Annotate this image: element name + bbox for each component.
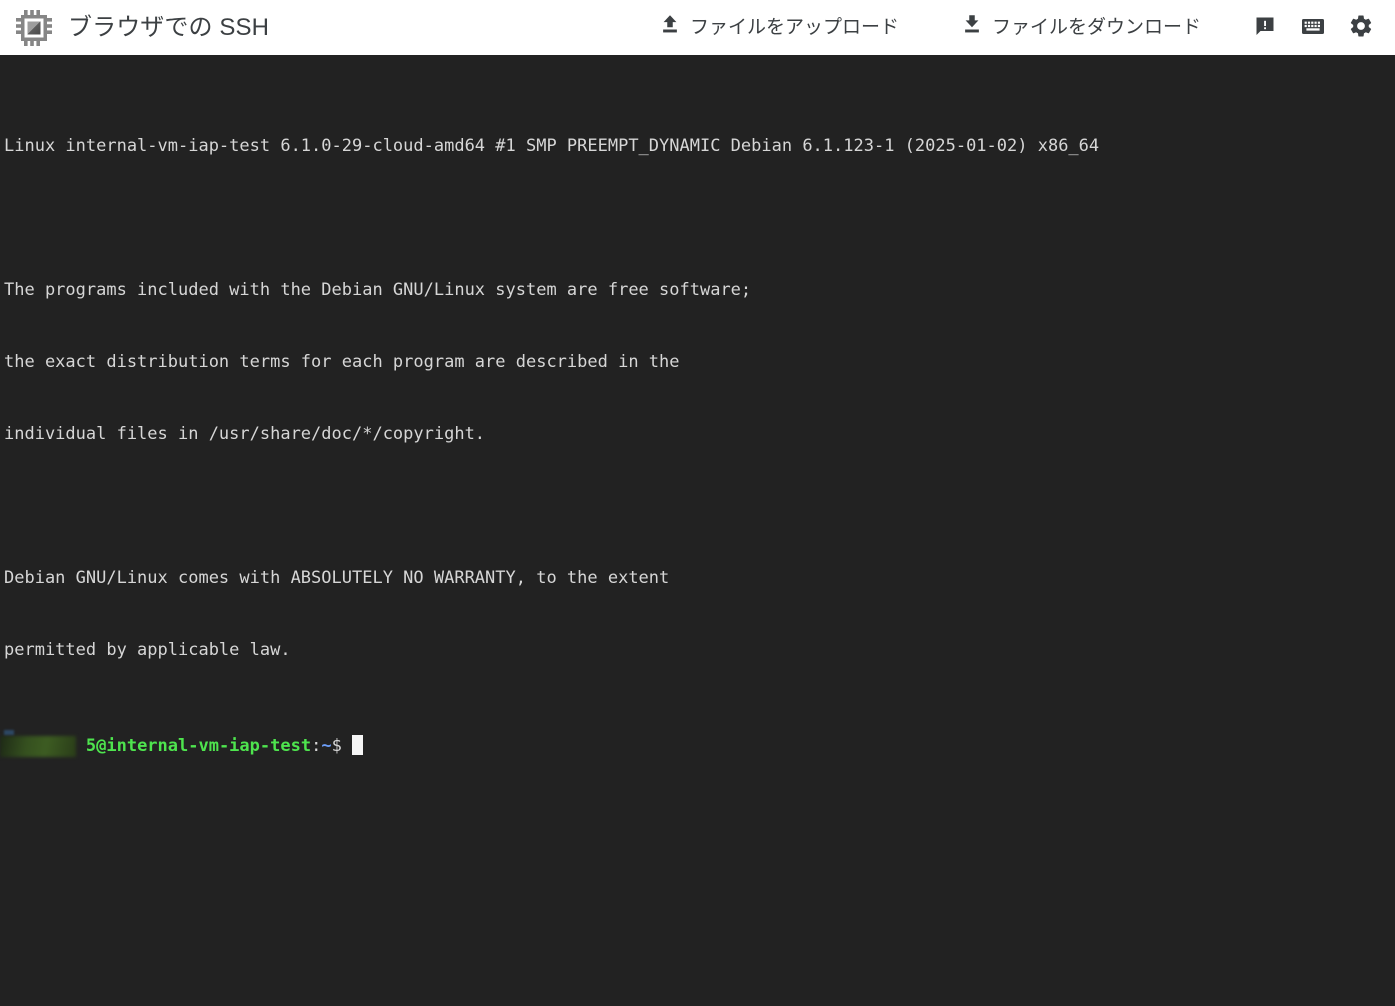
terminal-line: the exact distribution terms for each pr… [4, 352, 680, 372]
download-icon [961, 13, 983, 42]
gear-icon [1348, 13, 1374, 42]
prompt-user-host: 5@internal-vm-iap-test [85, 736, 312, 756]
app-header: ブラウザでの SSH ファイルをアップロード ファイルをダウンロード [0, 0, 1395, 55]
terminal-output: Linux internal-vm-iap-test 6.1.0-29-clou… [0, 62, 1395, 830]
prompt-symbol: $ [331, 736, 342, 756]
feedback-alert-icon [1253, 14, 1277, 41]
terminal-line: Linux internal-vm-iap-test 6.1.0-29-clou… [4, 136, 1100, 156]
app-title: ブラウザでの SSH [68, 13, 270, 41]
redaction-artifact [4, 730, 14, 735]
prompt-colon: : [311, 736, 322, 756]
keyboard-icon [1300, 13, 1326, 42]
keyboard-shortcuts-button[interactable] [1289, 4, 1337, 52]
terminal-line: individual files in /usr/share/doc/*/cop… [4, 424, 486, 444]
download-file-label: ファイルをダウンロード [991, 16, 1201, 38]
terminal-prompt-line: 5@internal-vm-iap-test:~$ [0, 730, 1395, 758]
header-actions: ファイルをアップロード ファイルをダウンロード [649, 4, 1385, 52]
terminal-line: The programs included with the Debian GN… [4, 280, 752, 300]
prompt-path: ~ [321, 736, 332, 756]
download-file-button[interactable]: ファイルをダウンロード [951, 7, 1211, 48]
upload-file-label: ファイルをアップロード [689, 16, 899, 38]
redacted-username-overlay [0, 736, 76, 757]
terminal-line: permitted by applicable law. [4, 640, 291, 660]
settings-button[interactable] [1337, 4, 1385, 52]
brand: ブラウザでの SSH [14, 8, 269, 48]
upload-icon [659, 13, 681, 42]
cpu-chip-icon [14, 8, 54, 48]
terminal-line: Debian GNU/Linux comes with ABSOLUTELY N… [4, 568, 670, 588]
upload-file-button[interactable]: ファイルをアップロード [649, 7, 909, 48]
ssh-terminal[interactable]: Linux internal-vm-iap-test 6.1.0-29-clou… [0, 55, 1395, 1006]
feedback-button[interactable] [1241, 4, 1289, 52]
terminal-cursor [351, 735, 363, 755]
